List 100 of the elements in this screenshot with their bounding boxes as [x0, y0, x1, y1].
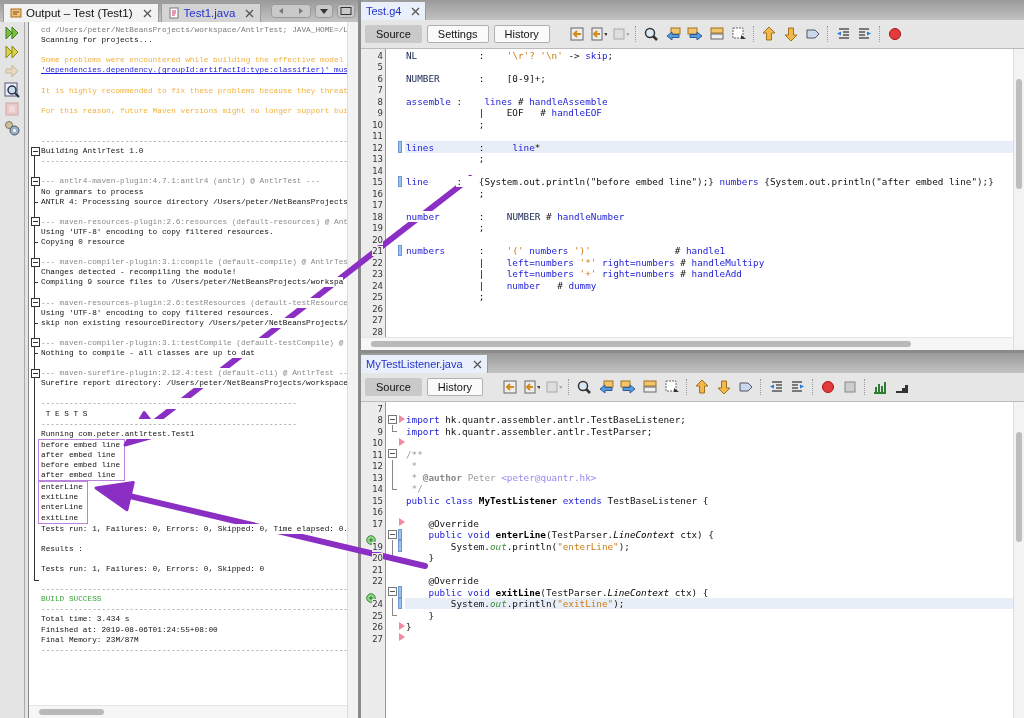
selection-icon[interactable]: [730, 26, 747, 42]
close-icon[interactable]: [142, 8, 152, 18]
line-number: 28: [372, 326, 383, 337]
close-icon[interactable]: [411, 6, 421, 16]
collapse-icon[interactable]: [30, 298, 40, 308]
right-arrow-icon[interactable]: [620, 379, 637, 395]
code-text: hk.quantr.assembler.antlr.TestParser;: [445, 425, 653, 437]
tag-icon[interactable]: [738, 379, 755, 395]
down-arrow-icon[interactable]: [716, 379, 733, 395]
dropdown-icon[interactable]: [315, 4, 333, 18]
line-number: 14: [372, 484, 383, 495]
stack-icon[interactable]: [708, 26, 725, 42]
keyword: import: [406, 425, 440, 437]
collapse-icon[interactable]: [30, 368, 40, 378]
scrollbar-thumb[interactable]: [371, 341, 911, 347]
up-arrow-icon[interactable]: [760, 26, 777, 42]
triangle-icon[interactable]: [399, 633, 405, 641]
scrollbar[interactable]: [347, 22, 358, 718]
stack-icon[interactable]: [642, 379, 659, 395]
search-icon[interactable]: [576, 379, 593, 395]
rule-name: number: [406, 210, 440, 222]
close-icon[interactable]: [245, 8, 255, 18]
code-text: ctx) {: [674, 586, 709, 598]
triangle-icon[interactable]: [399, 437, 405, 446]
page-caret-icon[interactable]: [590, 26, 607, 42]
outdent-icon[interactable]: [768, 379, 785, 395]
view-button[interactable]: History: [426, 378, 484, 396]
keyword: public void: [428, 529, 490, 540]
down-arrow-icon[interactable]: [782, 26, 799, 42]
comment: Peter: [467, 471, 496, 483]
collapse-icon[interactable]: [30, 176, 40, 186]
close-icon[interactable]: [472, 359, 482, 369]
code-text: {System.out.println("after embed line");}: [764, 176, 994, 187]
collapse-icon[interactable]: [30, 338, 40, 348]
editor-tab[interactable]: MyTestListener.java: [361, 355, 488, 373]
view-button[interactable]: History: [493, 25, 550, 43]
line-number: 7: [377, 403, 383, 414]
rule-name: numbers: [719, 176, 759, 187]
maximize-icon[interactable]: [337, 4, 355, 18]
keyword: extends: [562, 494, 602, 506]
console-icon: [10, 7, 22, 19]
triangle-icon[interactable]: [399, 621, 405, 630]
chart-icon[interactable]: [872, 379, 889, 395]
search-icon[interactable]: [4, 82, 20, 98]
line-number: 19: [372, 541, 383, 552]
collapse-icon[interactable]: [387, 449, 397, 459]
rule-name: dummy: [568, 279, 597, 291]
scrollbar-thumb[interactable]: [39, 709, 104, 715]
selection-icon[interactable]: [664, 379, 681, 395]
rerun-icon[interactable]: [4, 25, 20, 41]
line-number: 13: [372, 472, 383, 483]
view-button[interactable]: Source: [365, 25, 422, 43]
rule-name: skip: [585, 49, 608, 61]
line-number: 18: [372, 211, 383, 222]
up-arrow-icon[interactable]: [694, 379, 711, 395]
indent-icon[interactable]: [790, 379, 807, 395]
rule-name: handle1: [685, 245, 726, 256]
string-literal: ')': [574, 245, 591, 256]
line-number: 26: [372, 303, 383, 314]
collapse-icon[interactable]: [387, 414, 397, 424]
search-icon[interactable]: [642, 26, 659, 42]
editor-tab[interactable]: Test.g4: [361, 2, 427, 20]
code-text: #: [674, 245, 681, 256]
token-name: NUMBER: [406, 72, 440, 84]
right-arrow-icon[interactable]: [686, 26, 703, 42]
code-text: );: [618, 540, 630, 552]
line-number: 4: [377, 50, 383, 61]
page-caret-icon[interactable]: [524, 379, 541, 395]
collapse-icon[interactable]: [30, 146, 40, 156]
left-arrow-icon[interactable]: [598, 379, 615, 395]
view-button[interactable]: Settings: [426, 25, 489, 43]
line-number: 10: [372, 119, 383, 130]
tag-icon[interactable]: [804, 26, 821, 42]
panel-tab[interactable]: Output – Test (Test1): [3, 3, 159, 22]
settings-icon[interactable]: [4, 120, 20, 136]
line-number: 19: [372, 223, 383, 234]
record-icon[interactable]: [886, 26, 903, 42]
string-literal: "enterLine": [557, 540, 619, 552]
collapse-icon[interactable]: [387, 587, 397, 597]
line-number: 22: [372, 576, 383, 587]
view-button[interactable]: Source: [365, 378, 422, 396]
code-text: #: [680, 268, 686, 279]
outdent-icon[interactable]: [834, 26, 851, 42]
rule-name: left=numbers: [506, 256, 574, 268]
record-icon[interactable]: [820, 379, 837, 395]
triangle-icon[interactable]: [399, 518, 405, 526]
code-text: @Override: [428, 575, 479, 586]
collapse-icon[interactable]: [30, 257, 40, 267]
rule-name: right=numbers: [601, 256, 675, 268]
collapse-icon[interactable]: [387, 529, 397, 539]
triangle-icon[interactable]: [399, 414, 405, 423]
panel-tab[interactable]: Test1.java: [160, 3, 262, 22]
scrollbar-thumb[interactable]: [1016, 432, 1022, 542]
scrollbar-thumb[interactable]: [1016, 79, 1022, 189]
rerun-with-options-icon[interactable]: [4, 44, 20, 60]
line-number: 8: [377, 415, 383, 426]
collapse-icon[interactable]: [30, 217, 40, 227]
indent-icon[interactable]: [856, 26, 873, 42]
declaration-name: enterLine: [495, 529, 546, 540]
left-arrow-icon[interactable]: [664, 26, 681, 42]
